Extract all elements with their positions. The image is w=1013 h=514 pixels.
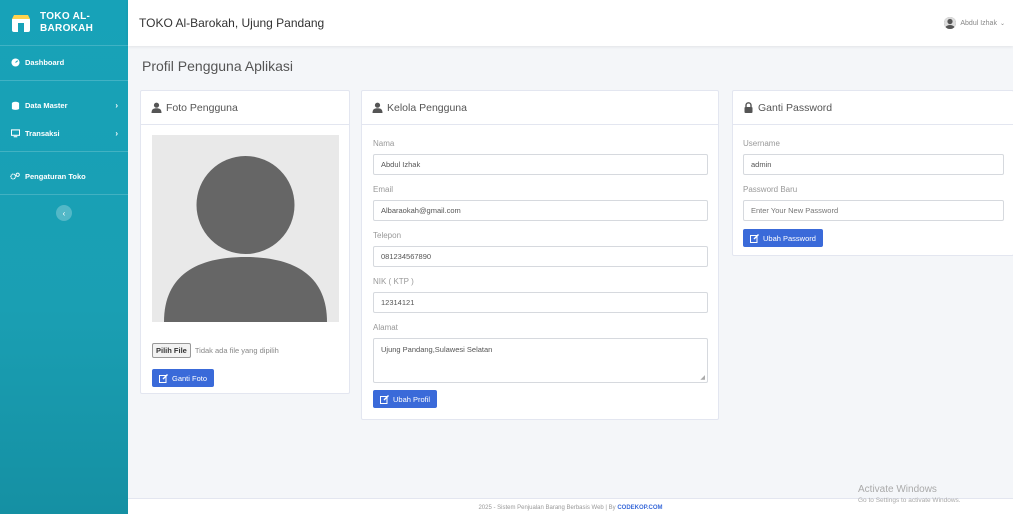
footer-text: 2025 - Sistem Penjualan Barang Berbasis … bbox=[478, 505, 618, 511]
button-label: Ubah Password bbox=[763, 233, 816, 243]
password-card: Ganti Password Username admin Password B… bbox=[732, 90, 1013, 256]
card-title: Foto Pengguna bbox=[166, 101, 238, 114]
edit-icon bbox=[750, 233, 759, 243]
topbar: TOKO Al-Barokah, Ujung Pandang Abdul Izh… bbox=[128, 0, 1013, 46]
monitor-icon bbox=[10, 128, 20, 138]
sidebar-item-dashboard[interactable]: Dashboard bbox=[0, 48, 128, 76]
nik-label: NIK ( KTP ) bbox=[373, 277, 414, 286]
sidebar-item-data-master[interactable]: Data Master › bbox=[0, 91, 128, 119]
chevron-right-icon: › bbox=[115, 100, 118, 110]
card-header: Kelola Pengguna bbox=[362, 91, 718, 125]
sidebar-divider bbox=[0, 151, 128, 152]
username-field[interactable]: admin bbox=[743, 154, 1004, 175]
lock-icon bbox=[743, 102, 754, 113]
sidebar-item-label: Data Master bbox=[25, 100, 68, 110]
username-label: Username bbox=[743, 139, 780, 148]
file-input[interactable]: Pilih File Tidak ada file yang dipilih bbox=[152, 343, 279, 358]
activate-windows-watermark: Activate Windows Go to Settings to activ… bbox=[858, 484, 961, 504]
choose-file-button[interactable]: Pilih File bbox=[152, 343, 191, 358]
alamat-textarea[interactable]: Ujung Pandang,Sulawesi Selatan ◢ bbox=[373, 338, 708, 383]
gears-icon bbox=[10, 171, 20, 181]
watermark-title: Activate Windows bbox=[858, 484, 937, 495]
chevron-left-icon: ‹ bbox=[62, 208, 66, 218]
telepon-label: Telepon bbox=[373, 231, 402, 240]
new-password-field[interactable]: Enter Your New Password bbox=[743, 200, 1004, 221]
edit-icon bbox=[159, 373, 168, 383]
file-status: Tidak ada file yang dipilih bbox=[194, 346, 279, 355]
store-logo-icon bbox=[12, 14, 30, 32]
topbar-title: TOKO Al-Barokah, Ujung Pandang bbox=[139, 16, 325, 30]
avatar bbox=[944, 17, 957, 29]
profile-card: Kelola Pengguna Nama Abdul Izhak Email A… bbox=[361, 90, 719, 420]
sidebar-divider bbox=[0, 80, 128, 81]
sidebar-item-label: Dashboard bbox=[25, 57, 65, 67]
profile-photo bbox=[152, 135, 339, 322]
new-password-label: Password Baru bbox=[743, 185, 798, 194]
watermark-subtitle: Go to Settings to activate Windows. bbox=[858, 497, 961, 504]
brand-name: TOKO AL-BAROKAH bbox=[40, 10, 94, 34]
photo-card: Foto Pengguna Pilih File Tidak ada file … bbox=[140, 90, 350, 394]
alamat-value: Ujung Pandang,Sulawesi Selatan bbox=[381, 345, 493, 354]
button-label: Ganti Foto bbox=[172, 373, 208, 383]
dashboard-icon bbox=[10, 57, 20, 67]
page-title: Profil Pengguna Aplikasi bbox=[142, 58, 293, 74]
sidebar-item-transaksi[interactable]: Transaksi › bbox=[0, 119, 128, 147]
footer-link[interactable]: CODEKOP.COM bbox=[617, 505, 662, 511]
change-photo-button[interactable]: Ganti Foto bbox=[152, 369, 215, 387]
sidebar-item-label: Transaksi bbox=[25, 128, 60, 138]
edit-icon bbox=[380, 394, 389, 404]
resize-handle-icon[interactable]: ◢ bbox=[700, 374, 705, 381]
sidebar-item-pengaturan-toko[interactable]: Pengaturan Toko bbox=[0, 162, 128, 190]
sidebar-toggle-button[interactable]: ‹ bbox=[56, 205, 72, 221]
sidebar-divider bbox=[0, 194, 128, 195]
update-password-button[interactable]: Ubah Password bbox=[743, 229, 823, 247]
user-menu[interactable]: Abdul Izhak ⌄ bbox=[944, 17, 1005, 29]
update-profile-button[interactable]: Ubah Profil bbox=[373, 390, 438, 408]
email-field[interactable]: Albaraokah@gmail.com bbox=[373, 200, 708, 221]
brand[interactable]: TOKO AL-BAROKAH bbox=[0, 0, 128, 46]
telepon-field[interactable]: 081234567890 bbox=[373, 246, 708, 267]
user-icon bbox=[372, 102, 383, 113]
nama-field[interactable]: Abdul Izhak bbox=[373, 154, 708, 175]
sidebar: TOKO AL-BAROKAH Dashboard Data Master › … bbox=[0, 0, 128, 514]
user-icon bbox=[151, 102, 162, 113]
alamat-label: Alamat bbox=[373, 323, 398, 332]
nik-field[interactable]: 12314121 bbox=[373, 292, 708, 313]
user-name: Abdul Izhak bbox=[960, 19, 997, 27]
email-label: Email bbox=[373, 185, 394, 194]
card-header: Ganti Password bbox=[733, 91, 1013, 125]
sidebar-item-label: Pengaturan Toko bbox=[25, 171, 86, 181]
chevron-right-icon: › bbox=[115, 128, 118, 138]
nama-label: Nama bbox=[373, 139, 395, 148]
card-header: Foto Pengguna bbox=[141, 91, 349, 125]
card-title: Ganti Password bbox=[758, 101, 833, 114]
database-icon bbox=[10, 100, 20, 110]
button-label: Ubah Profil bbox=[393, 394, 431, 404]
card-title: Kelola Pengguna bbox=[387, 101, 467, 114]
chevron-down-icon: ⌄ bbox=[999, 20, 1005, 27]
